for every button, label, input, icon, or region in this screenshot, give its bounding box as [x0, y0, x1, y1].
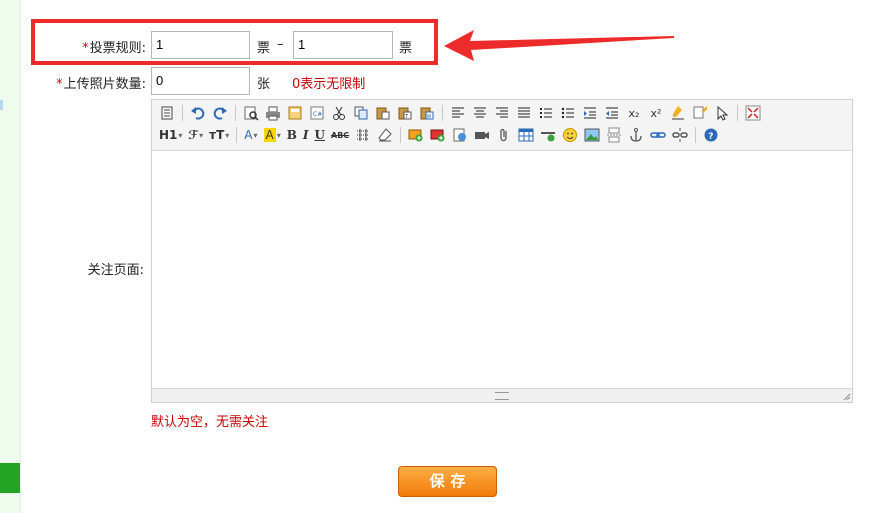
save-button[interactable]: 保存: [398, 466, 497, 497]
paste-word-icon[interactable]: W: [417, 103, 437, 123]
outdent-icon[interactable]: [602, 103, 622, 123]
toolbar-separator: [695, 127, 697, 143]
insert-table-icon[interactable]: [516, 125, 536, 145]
heading-dropdown[interactable]: H1 ▾: [157, 125, 184, 145]
paste-icon[interactable]: [373, 103, 393, 123]
toolbar-row-1: C# T W x₂ x²: [156, 102, 764, 124]
redo-icon[interactable]: [210, 103, 230, 123]
superscript-icon[interactable]: x²: [646, 103, 666, 123]
code-icon[interactable]: C#: [307, 103, 327, 123]
font-family-label: ℱ: [188, 128, 199, 142]
font-size-label: тT: [209, 128, 225, 142]
bg-color-label: A: [263, 128, 276, 142]
sidebar-tick: [0, 100, 3, 110]
photo-count-unit: 张: [257, 77, 271, 92]
font-color-label: A: [244, 128, 253, 142]
annotation-arrow-icon: [444, 30, 674, 61]
subscript-icon[interactable]: x₂: [624, 103, 644, 123]
unordered-list-icon[interactable]: [558, 103, 578, 123]
fullscreen-icon[interactable]: [743, 103, 763, 123]
photo-count-hint: 0表示无限制: [292, 77, 366, 92]
align-right-icon[interactable]: [492, 103, 512, 123]
toolbar-separator: [236, 127, 238, 143]
heading-label: H1: [159, 128, 178, 142]
svg-text:C#: C#: [313, 111, 322, 118]
toolbar-row-2: H1 ▾ ℱ ▾ тT ▾ A ▾ A ▾ B I U ABC ?: [156, 124, 722, 146]
anchor-icon[interactable]: [626, 125, 646, 145]
follow-page-label: 关注页面:: [87, 263, 144, 278]
clear-format-icon[interactable]: [668, 103, 688, 123]
toolbar-separator: [737, 105, 738, 121]
toolbar-separator: [235, 105, 236, 121]
toolbar-separator: [442, 105, 443, 121]
chevron-down-icon: ▾: [225, 130, 230, 140]
ordered-list-icon[interactable]: [536, 103, 556, 123]
align-left-icon[interactable]: [448, 103, 468, 123]
underline-button[interactable]: U: [313, 125, 327, 145]
insert-flash-icon[interactable]: [428, 125, 448, 145]
editor-toolbar: C# T W x₂ x² H1 ▾ ℱ ▾ тT ▾ A ▾ A ▾ B I U…: [152, 100, 852, 151]
cut-icon[interactable]: [329, 103, 349, 123]
template-icon[interactable]: [285, 103, 305, 123]
chevron-down-icon: ▾: [178, 130, 183, 140]
rich-text-editor: C# T W x₂ x² H1 ▾ ℱ ▾ тT ▾ A ▾ A ▾ B I U…: [151, 99, 853, 403]
image-gallery-icon[interactable]: [582, 125, 602, 145]
required-mark: *: [56, 77, 63, 92]
toolbar-separator: [400, 127, 402, 143]
indent-icon[interactable]: [580, 103, 600, 123]
photo-count-input[interactable]: 0: [151, 67, 250, 95]
emoticon-icon[interactable]: [560, 125, 580, 145]
horizontal-rule-icon[interactable]: [538, 125, 558, 145]
format-brush-icon[interactable]: [690, 103, 710, 123]
source-code-icon[interactable]: [157, 103, 177, 123]
insert-video-icon[interactable]: [472, 125, 492, 145]
bg-color-dropdown[interactable]: A ▾: [262, 125, 283, 145]
align-center-icon[interactable]: [470, 103, 490, 123]
select-all-icon[interactable]: [712, 103, 732, 123]
editor-resize-bar[interactable]: [152, 388, 852, 402]
page-break-icon[interactable]: [604, 125, 624, 145]
photo-count-label: *上传照片数量:: [20, 73, 146, 92]
copy-icon[interactable]: [351, 103, 371, 123]
chevron-down-icon: ▾: [276, 130, 281, 140]
chevron-down-icon: ▾: [253, 130, 258, 140]
left-sidebar-strip: [0, 0, 21, 513]
sidebar-green-block[interactable]: [0, 463, 20, 493]
insert-image-icon[interactable]: [406, 125, 426, 145]
toolbar-separator: [182, 105, 183, 121]
insert-media-icon[interactable]: [450, 125, 470, 145]
italic-button[interactable]: I: [301, 125, 311, 145]
editor-content-area[interactable]: [152, 151, 852, 390]
font-size-dropdown[interactable]: тT ▾: [207, 125, 231, 145]
svg-text:?: ?: [708, 132, 713, 142]
font-family-dropdown[interactable]: ℱ ▾: [186, 125, 205, 145]
help-icon[interactable]: ?: [701, 125, 721, 145]
resize-corner-icon[interactable]: [843, 393, 851, 401]
paste-text-icon[interactable]: T: [395, 103, 415, 123]
print-icon[interactable]: [263, 103, 283, 123]
undo-icon[interactable]: [188, 103, 208, 123]
bold-button[interactable]: B: [285, 125, 299, 145]
font-color-dropdown[interactable]: A ▾: [242, 125, 259, 145]
preview-icon[interactable]: [241, 103, 261, 123]
follow-page-hint: 默认为空，无需关注: [151, 415, 269, 430]
line-height-icon[interactable]: [353, 125, 373, 145]
chevron-down-icon: ▾: [199, 130, 204, 140]
link-icon[interactable]: [648, 125, 668, 145]
svg-text:W: W: [427, 114, 432, 120]
resize-grip-icon[interactable]: [495, 392, 509, 400]
photo-count-label-text: 上传照片数量:: [63, 77, 146, 92]
align-justify-icon[interactable]: [514, 103, 534, 123]
attachment-icon[interactable]: [494, 125, 514, 145]
strikethrough-button[interactable]: ABC: [329, 125, 351, 145]
highlight-box: [31, 19, 438, 65]
unlink-icon[interactable]: [670, 125, 690, 145]
eraser-icon[interactable]: [375, 125, 395, 145]
